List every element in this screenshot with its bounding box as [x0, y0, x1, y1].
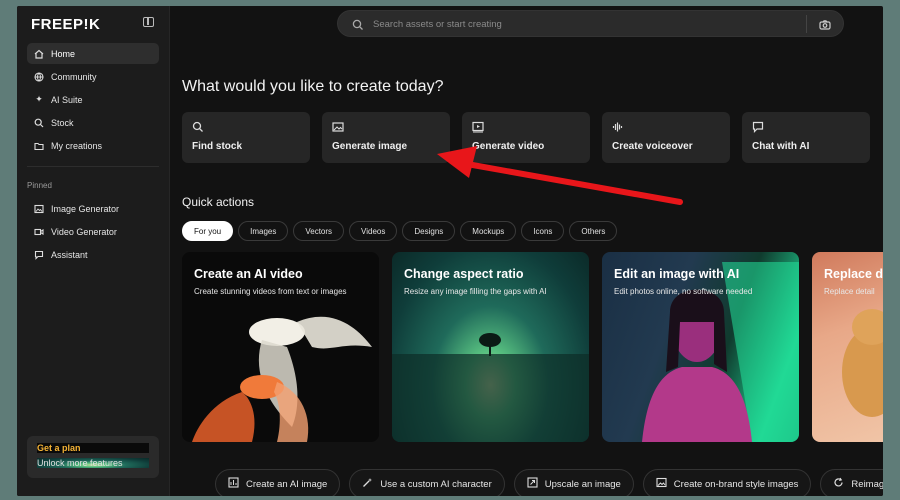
chat-icon — [34, 250, 44, 260]
card-label: Find stock — [192, 141, 243, 152]
get-a-plan-banner[interactable]: Get a plan Unlock more features — [27, 436, 159, 478]
bottom-chip-label: Reimagine — [851, 478, 883, 490]
generate-image-card[interactable]: Generate image — [322, 112, 450, 163]
image-icon — [34, 204, 44, 214]
bottom-action-chips: Create an AI image Use a custom AI chara… — [215, 469, 883, 496]
app-window: FREEP!K Home Community ✦ AI Suite Stock … — [17, 6, 883, 496]
chat-with-ai-card[interactable]: Chat with AI — [742, 112, 870, 163]
chip-images[interactable]: Images — [238, 221, 289, 241]
sidebar-item-my-creations[interactable]: My creations — [27, 135, 159, 156]
camera-icon[interactable] — [819, 18, 831, 36]
search-icon — [192, 121, 300, 133]
search-icon — [352, 18, 364, 36]
image-ai-icon — [228, 477, 239, 491]
sidebar-divider — [27, 166, 159, 167]
on-brand-style-images-button[interactable]: Create on-brand style images — [642, 469, 812, 496]
page-title: What would you like to create today? — [182, 78, 444, 95]
sidebar-item-assistant[interactable]: Assistant — [27, 244, 159, 265]
quick-actions-heading: Quick actions — [182, 195, 255, 209]
tile-subtitle: Replace detail — [824, 287, 875, 296]
magic-wand-icon — [362, 477, 373, 491]
sidebar-item-home[interactable]: Home — [27, 43, 159, 64]
tile-subtitle: Edit photos online, no software needed — [614, 287, 753, 296]
sidebar-item-ai-suite[interactable]: ✦ AI Suite — [27, 89, 159, 110]
create-ai-image-button[interactable]: Create an AI image — [215, 469, 341, 496]
chip-videos[interactable]: Videos — [349, 221, 398, 241]
tile-title: Edit an image with AI — [614, 267, 740, 281]
chip-vectors[interactable]: Vectors — [293, 221, 345, 241]
upscale-icon — [527, 477, 538, 491]
tile-title: Change aspect ratio — [404, 267, 524, 281]
plan-title: Get a plan — [37, 443, 149, 453]
chip-for-you[interactable]: For you — [182, 221, 234, 241]
pinned-list: Image Generator Video Generator Assistan… — [27, 198, 159, 267]
search-icon — [34, 118, 44, 128]
tile-change-aspect-ratio[interactable]: Change aspect ratio Resize any image fil… — [392, 252, 589, 442]
generate-video-card[interactable]: Generate video — [462, 112, 590, 163]
find-stock-card[interactable]: Find stock — [182, 112, 310, 163]
freepik-logo[interactable]: FREEP!K — [31, 16, 100, 33]
chip-designs[interactable]: Designs — [402, 221, 456, 241]
chat-icon — [752, 121, 860, 133]
sidebar-item-label: Community — [51, 71, 97, 82]
chip-icons[interactable]: Icons — [521, 221, 565, 241]
card-label: Chat with AI — [752, 141, 810, 152]
sidebar-item-label: Stock — [51, 117, 74, 128]
sidebar-item-label: Assistant — [51, 249, 88, 260]
folder-icon — [34, 141, 44, 151]
bottom-chip-label: Create an AI image — [246, 478, 328, 490]
sidebar-item-stock[interactable]: Stock — [27, 112, 159, 133]
custom-ai-character-button[interactable]: Use a custom AI character — [349, 469, 505, 496]
bottom-chip-label: Use a custom AI character — [380, 478, 492, 490]
refresh-icon — [833, 477, 844, 491]
sparkle-icon: ✦ — [35, 94, 43, 104]
sidebar-item-image-generator[interactable]: Image Generator — [27, 198, 159, 219]
bottom-chip-label: Upscale an image — [544, 478, 621, 490]
home-icon — [34, 49, 44, 59]
tile-title: Create an AI video — [194, 267, 303, 281]
plan-subtitle: Unlock more features — [37, 458, 149, 468]
create-voiceover-card[interactable]: Create voiceover — [602, 112, 730, 163]
tile-create-ai-video[interactable]: Create an AI video Create stunning video… — [182, 252, 379, 442]
tile-title: Replace d — [824, 267, 883, 281]
waveform-icon — [612, 121, 720, 133]
globe-icon — [34, 71, 44, 82]
card-label: Create voiceover — [612, 141, 693, 152]
sidebar-nav: Home Community ✦ AI Suite Stock My creat… — [27, 43, 159, 158]
card-label: Generate video — [472, 141, 545, 152]
card-label: Generate image — [332, 141, 408, 152]
upscale-image-button[interactable]: Upscale an image — [513, 469, 634, 496]
sidebar-item-label: Video Generator — [51, 226, 117, 237]
tile-replace[interactable]: Replace d Replace detail — [812, 252, 883, 442]
chip-mockups[interactable]: Mockups — [460, 221, 517, 241]
tile-subtitle: Resize any image filling the gaps with A… — [404, 287, 547, 296]
image-icon — [656, 477, 667, 491]
image-icon — [332, 121, 440, 133]
search-input[interactable]: Search assets or start creating — [373, 19, 502, 30]
sidebar: FREEP!K Home Community ✦ AI Suite Stock … — [17, 6, 170, 496]
filter-chips: For you Images Vectors Videos Designs Mo… — [182, 221, 618, 241]
tile-subtitle: Create stunning videos from text or imag… — [194, 287, 347, 296]
pinned-heading: Pinned — [27, 181, 52, 190]
sidebar-item-label: Home — [51, 48, 76, 59]
sidebar-item-label: AI Suite — [51, 94, 83, 105]
search-divider — [806, 15, 807, 33]
create-cards: Find stock Generate image Generate video… — [182, 112, 870, 163]
chip-others[interactable]: Others — [569, 221, 618, 241]
reimagine-button[interactable]: Reimagine — [820, 469, 883, 496]
video-play-icon — [472, 121, 580, 133]
video-icon — [34, 227, 44, 237]
tile-edit-image-with-ai[interactable]: Edit an image with AI Edit photos online… — [602, 252, 799, 442]
sidebar-item-label: Image Generator — [51, 203, 120, 214]
sidebar-item-community[interactable]: Community — [27, 66, 159, 87]
sidebar-collapse-icon[interactable] — [143, 17, 154, 27]
sidebar-item-video-generator[interactable]: Video Generator — [27, 221, 159, 242]
search-bar[interactable]: Search assets or start creating — [337, 10, 844, 37]
bottom-chip-label: Create on-brand style images — [673, 478, 799, 490]
sidebar-item-label: My creations — [51, 140, 103, 151]
